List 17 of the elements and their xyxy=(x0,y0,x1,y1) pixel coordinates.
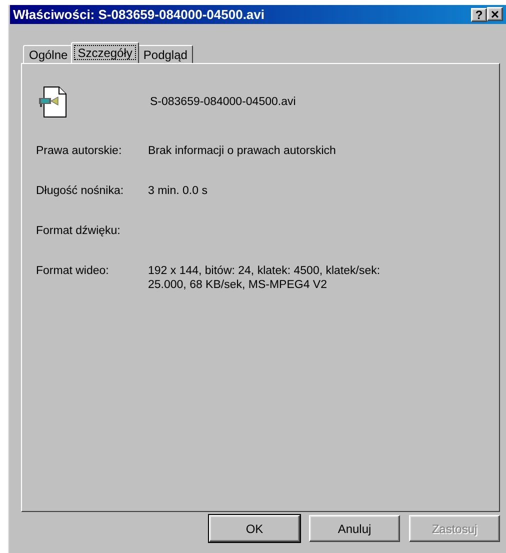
tab[interactable]: Podgląd xyxy=(137,45,194,63)
tab[interactable]: Szczegóły xyxy=(70,42,140,63)
property-label: Format wideo: xyxy=(36,264,110,279)
window-title: Właściwości: S-083659-084000-04500.avi xyxy=(13,7,266,22)
close-button[interactable]: × xyxy=(487,7,503,21)
property-label: Prawa autorskie: xyxy=(36,144,123,158)
dialog-button[interactable]: OK xyxy=(209,515,300,542)
property-label: Format dźwięku: xyxy=(36,224,122,238)
property-value: Brak informacji o prawach autorskich xyxy=(148,144,337,158)
property-value: 192 x 144, bitów: 24, klatek: 4500, klatek/sek: 25.000, 68 KB/sek, MS-MPEG4 V2 xyxy=(148,264,382,292)
tab[interactable]: Ogólne xyxy=(23,45,74,63)
property-value: 3 min. 0.0 s xyxy=(148,184,208,198)
dialog-button[interactable]: Anuluj xyxy=(309,515,400,542)
video-file-icon xyxy=(38,86,68,118)
help-button[interactable]: ? xyxy=(471,8,487,22)
property-label: Długość nośnika: xyxy=(36,184,125,198)
file-name: S-083659-084000-04500.avi xyxy=(150,96,296,108)
